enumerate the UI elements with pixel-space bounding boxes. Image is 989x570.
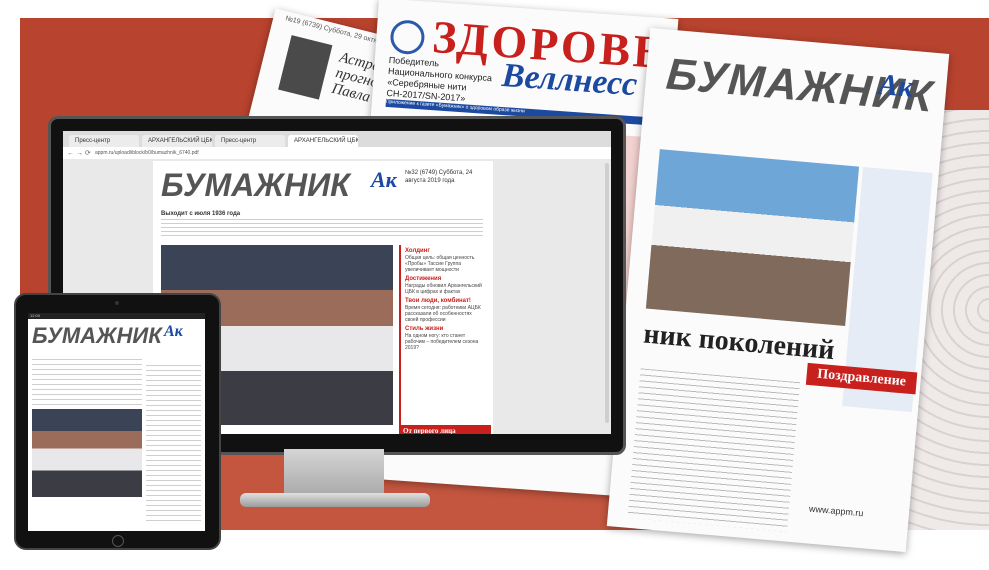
promo-collage: №19 (6739) Суббота, 29 октября 2019 года… (0, 0, 989, 570)
tablet: 12:00 БУМАЖНИК Ак (14, 293, 221, 550)
tablet-masthead: БУМАЖНИК (32, 323, 162, 348)
tablet-photo (32, 409, 142, 497)
monitor-stand-base (240, 493, 430, 507)
page-logo-mark: Ак (371, 167, 397, 192)
monitor-stand-neck (284, 449, 384, 495)
main-logo-mark: Ак (876, 68, 915, 104)
main-site: www.appm.ru (808, 503, 864, 519)
firsthand-banner: От первого лица (399, 425, 491, 434)
browser-tab[interactable]: Пресс-центр (215, 135, 285, 147)
page-issue: №32 (6749) Суббота, 24 августа 2019 года (405, 170, 473, 184)
main-text-block (627, 368, 801, 532)
sidebar-text: На одном ногу: кто станет рабочим – побе… (405, 333, 479, 351)
home-button-icon[interactable] (112, 535, 124, 547)
camera-icon (115, 301, 119, 305)
sidebar-text: Награды обновил Архангельский ЦБК в цифр… (405, 283, 482, 295)
main-photo (645, 149, 860, 326)
tablet-screen: 12:00 БУМАЖНИК Ак (28, 313, 205, 531)
sidebar-text: Общая цель: общая ценность «Пробы» Тасси… (405, 255, 475, 273)
browser-tab-bar: Пресс-центр АРХАНГЕЛЬСКИЙ ЦБК Пресс-цент… (63, 131, 611, 147)
newspaper-main: БУМАЖНИК Ак ник поколений Поздравление w… (606, 27, 950, 553)
browser-tab[interactable]: АРХАНГЕЛЬСКИЙ ЦБК (142, 135, 212, 147)
scrollbar[interactable] (605, 163, 609, 423)
sidebar-text: Время сегодня: работники АЦБК рассказали… (405, 305, 481, 323)
tablet-logo-mark: Ак (164, 323, 183, 340)
nav-arrows-icon[interactable]: ← → ⟳ (63, 149, 95, 157)
browser-tab[interactable]: Пресс-центр (69, 135, 139, 147)
url-text[interactable]: appm.ru/upload/iblock/b0/bumazhnik_6740.… (95, 150, 611, 156)
sidebar-title: Достижения (405, 276, 442, 282)
health-subtitle: Победитель Национального конкурса «Сереб… (386, 54, 493, 104)
newspaper-back-photo (278, 35, 333, 100)
page-masthead: БУМАЖНИК (161, 167, 350, 203)
sidebar-title: Холдинг (405, 248, 430, 254)
tablet-text-block (32, 359, 142, 405)
page-topics (161, 219, 483, 237)
tablet-sidebar (146, 365, 201, 525)
sidebar-title: Твои люди, комбинат! (405, 298, 471, 304)
page-since: Выходит с июля 1936 года (161, 211, 241, 217)
wellness-title: Веллнесс (500, 56, 639, 104)
page-sidebar: Холдинг Общая цель: общая ценность «Проб… (399, 245, 489, 425)
silver-threads-logo (389, 19, 426, 56)
browser-tab-active[interactable]: АРХАНГЕЛЬСКИЙ ЦБК (288, 135, 358, 147)
tablet-status-bar: 12:00 (28, 313, 205, 319)
main-headline: ник поколений (642, 318, 836, 367)
sidebar-title: Стиль жизни (405, 326, 444, 332)
